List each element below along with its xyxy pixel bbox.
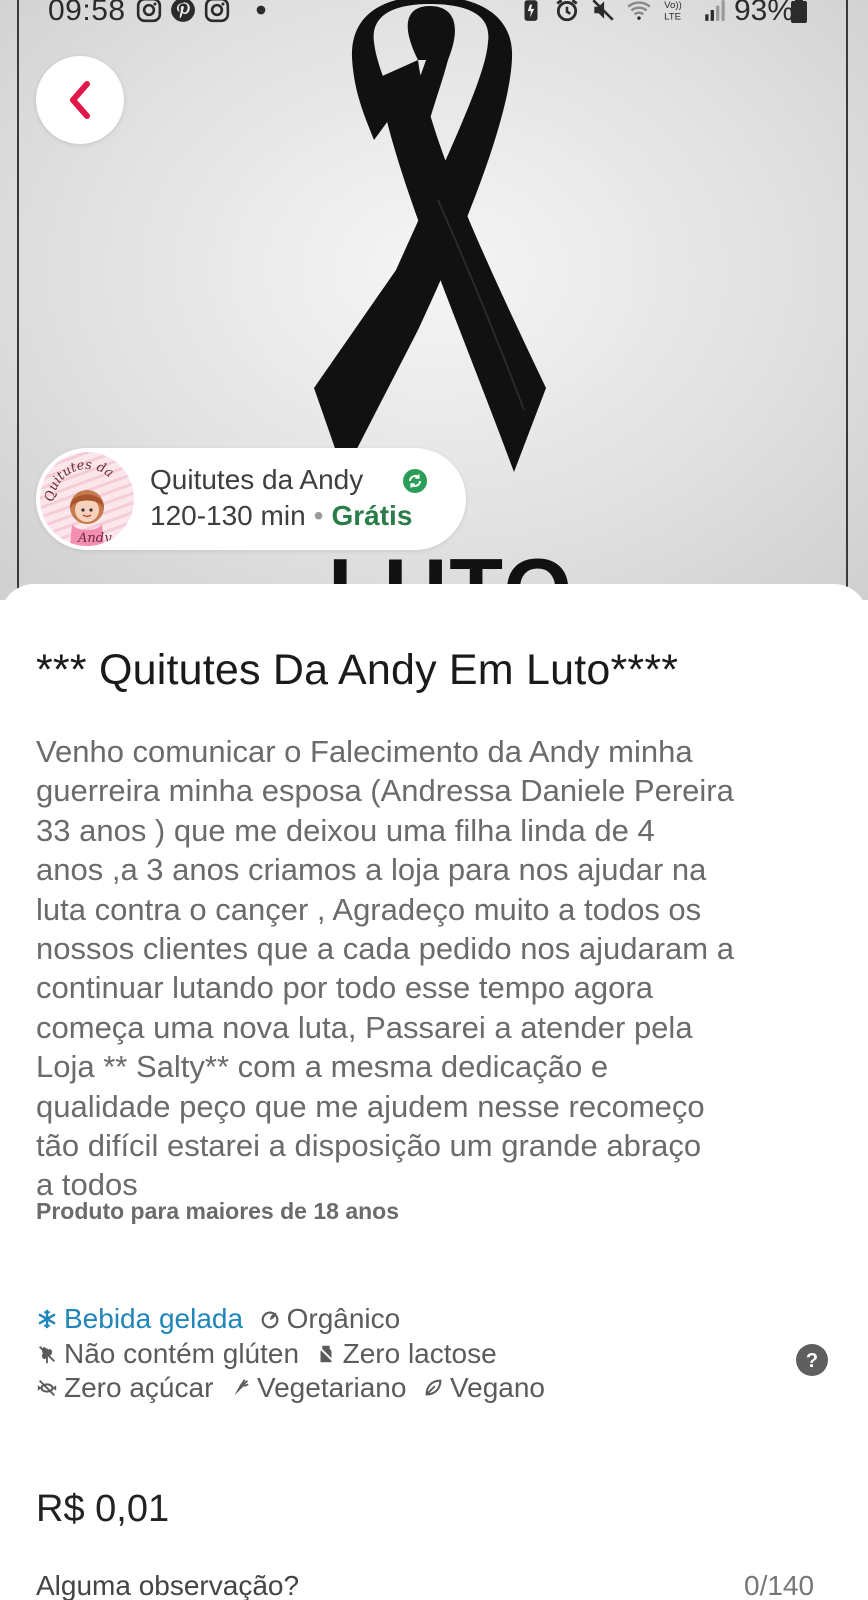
instagram-icon (136, 0, 162, 23)
store-logo: Quitutes da Andy (40, 452, 134, 546)
item-tags: Bebida gelada Orgânico Não contém glúten… (36, 1302, 556, 1406)
verified-badge-icon (403, 469, 427, 493)
item-price: R$ 0,01 (36, 1488, 170, 1530)
age-restriction-note: Produto para maiores de 18 anos (36, 1198, 400, 1224)
back-button[interactable] (36, 56, 124, 144)
signal-icon (705, 0, 725, 21)
notification-icons (136, 0, 274, 23)
svg-text:?: ? (806, 1350, 818, 1372)
item-title: *** Quitutes Da Andy Em Luto**** (36, 646, 679, 694)
store-name: Quitutes da Andy (150, 464, 364, 495)
system-icons: Vo)) LTE (518, 0, 728, 23)
observation-label[interactable]: Alguma observação? (36, 1570, 299, 1600)
status-bar: 09:58 Vo)) LTE 93% (0, 0, 868, 27)
candy-icon (37, 1380, 57, 1396)
tag-sem-gluten: Não contém glúten (36, 1338, 299, 1369)
meta-separator: • (313, 500, 324, 531)
battery-saver-icon (524, 0, 538, 21)
volte-icon: Vo))LTE (664, 0, 682, 23)
snowflake-icon (38, 1309, 56, 1329)
svg-text:Andy: Andy (77, 531, 112, 546)
tag-organico: Orgânico (259, 1303, 400, 1334)
status-time: 09:58 (48, 0, 126, 27)
milk-icon (317, 1345, 334, 1362)
delivery-fee: Grátis (331, 500, 413, 531)
wheat-icon (39, 1345, 55, 1363)
instagram-icon (204, 0, 230, 23)
delivery-time: 120-130 min (150, 500, 306, 531)
tag-vegetariano: Vegetariano (229, 1372, 406, 1403)
battery-percent: 93% (734, 0, 795, 27)
pinterest-icon (171, 0, 195, 22)
tag-zero-lactose: Zero lactose (315, 1338, 497, 1369)
svg-text:Vo)): Vo)) (664, 0, 682, 11)
item-details-sheet: *** Quitutes Da Andy Em Luto**** Venho c… (0, 584, 868, 1600)
leaf-icon (425, 1379, 442, 1396)
mute-icon (592, 0, 614, 21)
alarm-icon (556, 0, 578, 22)
tag-vegano: Vegano (422, 1372, 545, 1403)
mourning-ribbon-icon (314, 0, 546, 474)
wifi-icon (627, 1, 651, 20)
tag-zero-acucar: Zero açúcar (36, 1372, 213, 1403)
chevron-left-icon (70, 81, 90, 119)
carrot-icon (234, 1379, 249, 1396)
store-info-chip[interactable]: Quitutes da Andy Quitutes da Andy 120-13… (36, 448, 466, 550)
store-delivery-info: 120-130 min • Grátis (150, 500, 412, 532)
item-description: Venho comunicar o Falecimento da Andy mi… (36, 734, 734, 1203)
svg-text:LTE: LTE (664, 12, 681, 23)
image-frame-left (17, 0, 19, 600)
observation-char-count: 0/140 (744, 1570, 815, 1600)
image-frame-right (846, 0, 848, 600)
battery-icon (791, 0, 807, 23)
organic-icon (261, 1311, 279, 1329)
dot-icon (256, 5, 266, 15)
help-icon[interactable]: ? (796, 1344, 828, 1376)
tag-bebida-gelada: Bebida gelada (36, 1303, 243, 1334)
